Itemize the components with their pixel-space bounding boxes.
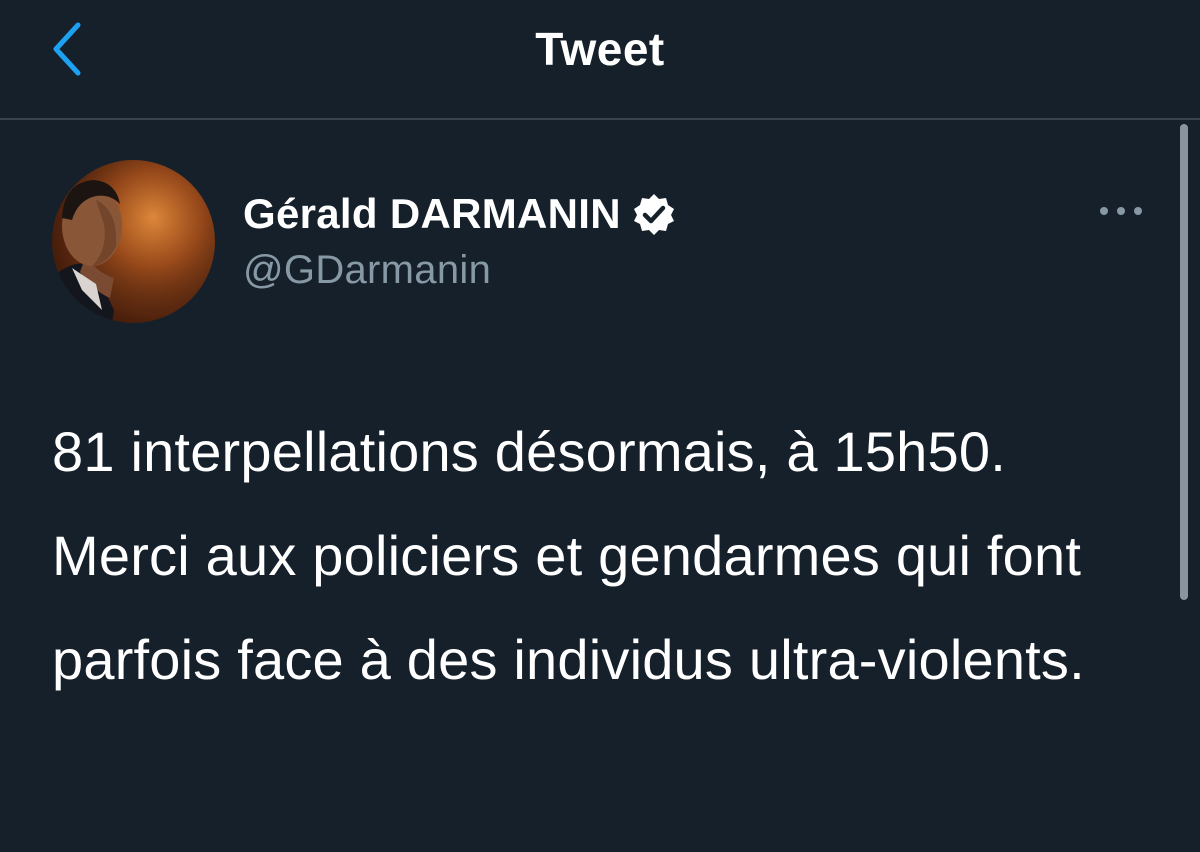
more-options-button[interactable] [1094,196,1148,226]
more-options-icon [1100,207,1142,215]
tweet-screen: Tweet Gérald DARMANIN @GDarmanin 81 inte… [0,0,1200,852]
author-handle[interactable]: @GDarmanin [243,248,491,293]
tweet-text: 81 interpellations désormais, à 15h50. M… [52,420,1085,691]
author-name-row[interactable]: Gérald DARMANIN [243,188,677,240]
top-nav-bar: Tweet [0,0,1200,120]
avatar[interactable] [52,160,215,323]
scrollbar[interactable] [1180,124,1188,600]
page-title: Tweet [535,23,665,75]
author-name[interactable]: Gérald DARMANIN [243,190,621,238]
verified-badge-icon [631,191,677,237]
